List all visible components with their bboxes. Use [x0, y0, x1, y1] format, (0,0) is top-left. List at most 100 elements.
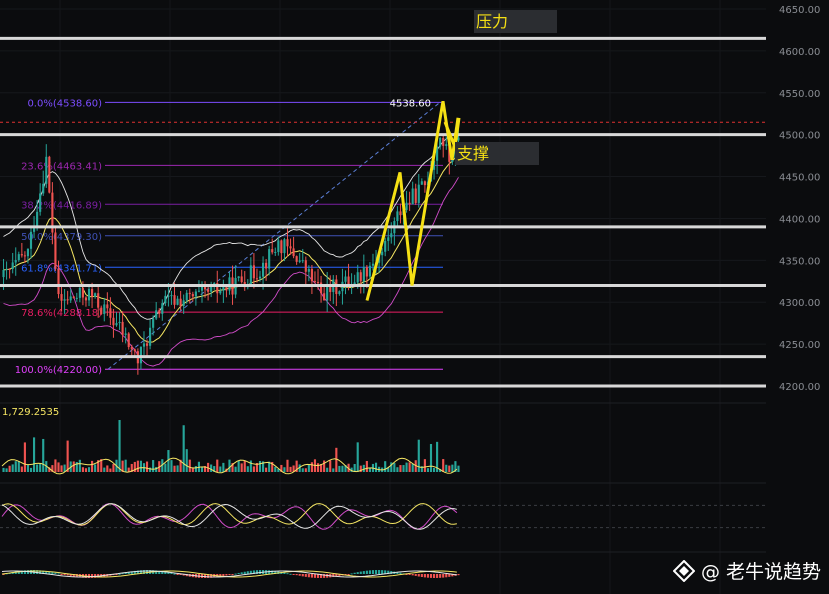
volume-bar: [429, 443, 433, 472]
volume-bar: [408, 462, 411, 472]
volume-bar: [353, 464, 356, 472]
candle-body: [304, 260, 307, 272]
candle-body: [420, 181, 423, 185]
candle-body: [63, 299, 66, 301]
volume-bar: [301, 468, 304, 472]
candle-body: [167, 295, 170, 297]
candle-body: [72, 296, 75, 299]
candle-body: [127, 333, 130, 348]
macd-bar: [240, 572, 243, 574]
candle-body: [344, 276, 347, 282]
volume-bar: [194, 466, 197, 472]
volume-bar: [11, 464, 14, 472]
candle-body: [405, 202, 408, 210]
volume-bar: [173, 465, 176, 472]
macd-bar: [173, 573, 176, 575]
candle-body: [414, 188, 417, 203]
volume-bar: [60, 465, 63, 472]
candle-body: [103, 304, 106, 314]
volume-bar: [265, 467, 268, 472]
volume-bar: [200, 467, 204, 472]
candle-body: [307, 269, 310, 272]
candle-body: [17, 254, 20, 261]
macd-bar: [231, 574, 234, 575]
candle-body: [145, 343, 149, 346]
volume-bar: [335, 447, 338, 472]
volume-bar: [402, 465, 405, 472]
candle-body: [277, 240, 280, 252]
macd-bar: [445, 574, 448, 578]
candle-body: [139, 346, 142, 364]
candle-body: [54, 232, 57, 269]
macd-bar: [448, 574, 451, 577]
volume-bar: [393, 463, 396, 472]
volume-bar: [399, 465, 402, 472]
candle-body: [94, 293, 97, 297]
price-tick-label: 4450.00: [779, 173, 820, 184]
volume-bar: [8, 465, 11, 472]
candle-body: [417, 184, 420, 203]
candle-body: [109, 308, 112, 318]
macd-bar: [246, 571, 249, 574]
candle-body: [390, 233, 393, 238]
candle-body: [228, 277, 231, 291]
candle-body: [356, 272, 359, 283]
candle-body: [387, 237, 390, 241]
volume-bar: [237, 460, 240, 472]
volume-bar: [411, 463, 414, 472]
volume-bar: [94, 464, 97, 472]
candle-body: [8, 268, 11, 270]
candle-body: [258, 276, 262, 279]
volume-bar: [164, 463, 167, 472]
volume-bar: [326, 467, 329, 472]
candle-body: [78, 287, 81, 298]
macd-bar: [432, 574, 436, 578]
volume-bar: [243, 460, 246, 472]
price-chart: 0.0%(4538.60) 23.6%(4463.41) 38.2%(4416.89…: [0, 0, 829, 594]
candle-body: [292, 248, 295, 257]
watermark-text: @ 老牛说趋势: [700, 561, 821, 583]
candle-body: [423, 181, 426, 186]
volume-bar: [426, 468, 430, 472]
volume-bar: [78, 459, 81, 472]
volume-bar: [341, 465, 344, 472]
macd-bar: [234, 573, 237, 575]
macd-bar: [228, 574, 231, 575]
volume-bar: [14, 461, 17, 472]
price-tick-label: 4650.00: [779, 5, 820, 16]
candle-body: [173, 295, 176, 305]
volume-bar: [258, 461, 262, 472]
volume-bar: [72, 461, 75, 472]
volume-bar: [66, 440, 69, 472]
macd-bar: [414, 574, 417, 576]
volume-bar: [423, 459, 426, 472]
volume-bar: [338, 465, 341, 472]
price-tick-label: 4250.00: [779, 340, 820, 351]
candle-body: [249, 265, 252, 285]
candle-body: [91, 289, 94, 297]
macd-bar: [289, 573, 292, 575]
volume-bar: [188, 459, 191, 472]
candle-body: [185, 292, 188, 301]
volume-bar: [139, 460, 142, 472]
volume-bar: [118, 420, 121, 472]
macd-bar: [63, 574, 66, 575]
volume-bar: [219, 466, 222, 472]
volume-bar: [210, 464, 213, 472]
macd-bar: [365, 570, 368, 574]
macd-bar: [295, 574, 298, 576]
macd-bar: [411, 574, 414, 576]
volume-bar: [17, 461, 20, 472]
volume-pane: 1,729.25351.0M18.6k: [0, 402, 828, 480]
macd-bar: [347, 574, 350, 575]
macd-bar: [51, 572, 54, 574]
candle-body: [158, 310, 161, 314]
volume-bar: [457, 465, 460, 472]
volume-bar: [289, 466, 292, 472]
fib-level-label: 23.6%(4463.41): [21, 161, 102, 172]
candle-body: [197, 290, 201, 292]
candle-body: [29, 231, 33, 249]
candle-body: [252, 265, 255, 279]
volume-bar: [182, 425, 185, 472]
candle-body: [442, 138, 445, 146]
